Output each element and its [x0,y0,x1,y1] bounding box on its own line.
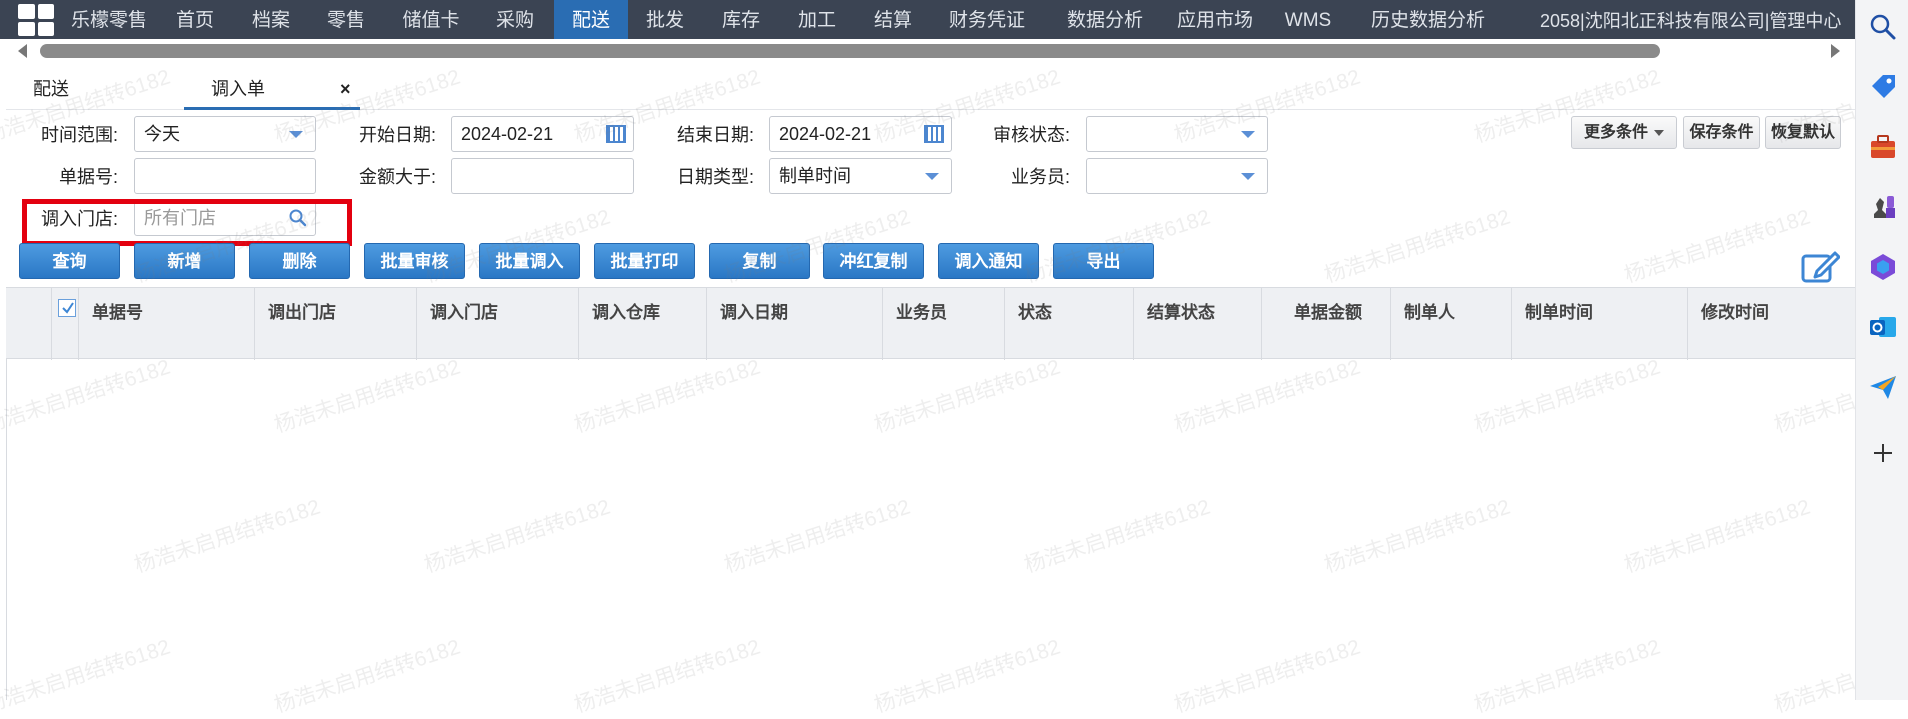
add-button[interactable]: 新增 [134,243,235,279]
chevron-down-icon [925,173,939,180]
search-icon[interactable] [1868,12,1898,42]
nav-item-processing[interactable]: 加工 [788,0,846,39]
nav-item-history-analysis[interactable]: 历史数据分析 [1362,0,1494,39]
chevron-down-icon [289,131,303,138]
nav-item-wholesale[interactable]: 批发 [636,0,694,39]
audit-status-select[interactable] [1086,116,1268,152]
briefcase-icon[interactable] [1868,132,1898,162]
chess-icon[interactable] [1868,192,1898,222]
nav-item-archive[interactable]: 档案 [242,0,300,39]
company-info[interactable]: 2058|沈阳北正科技有限公司|管理中心 [1540,0,1841,39]
nav-item-brand[interactable]: 乐檬零售 [62,0,156,39]
outlook-icon[interactable] [1868,312,1898,342]
amount-gt-input[interactable] [451,158,634,194]
watermark-text: 杨浩未启用结转6182 [1621,205,1813,288]
chevron-down-icon [1241,173,1255,180]
export-button[interactable]: 导出 [1053,243,1154,279]
tab-transfer-in-order[interactable]: 调入单 [184,68,360,110]
app-grid-icon[interactable] [18,4,54,36]
nav-item-home[interactable]: 首页 [166,0,224,39]
nav-item-settlement[interactable]: 结算 [864,0,922,39]
reset-default-button[interactable]: 恢复默认 [1765,116,1841,149]
time-range-label: 时间范围: [40,125,118,145]
doc-no-input[interactable] [134,158,316,194]
more-conditions-label: 更多条件 [1583,124,1648,141]
tag-icon[interactable] [1868,72,1898,102]
nav-item-retail[interactable]: 零售 [317,0,375,39]
time-range-value: 今天 [144,124,180,144]
start-date-label: 开始日期: [358,125,436,145]
tab-distribution[interactable]: 配送 [33,68,69,110]
scroll-right-icon[interactable] [1831,44,1840,58]
date-type-label: 日期类型: [676,167,754,187]
doc-no-label: 单据号: [58,167,118,187]
edit-icon[interactable] [1800,248,1840,284]
col-in-store[interactable]: 调入门店 [417,288,579,360]
time-range-select[interactable]: 今天 [134,116,316,152]
nav-item-distribution[interactable]: 配送 [554,0,628,39]
highlight-box [22,199,352,246]
check-icon [62,302,74,314]
end-date-label: 结束日期: [676,125,754,145]
page-tabs: 配送 调入单 × [6,68,1855,110]
start-date-value: 2024-02-21 [461,124,554,144]
audit-status-label: 审核状态: [992,125,1070,145]
row-number-column [6,288,52,360]
start-date-field[interactable]: 2024-02-21 [451,116,634,152]
right-sidebar [1855,0,1908,700]
reverse-copy-button[interactable]: 冲红复制 [823,243,924,279]
copilot-icon[interactable] [1868,252,1898,282]
col-out-store[interactable]: 调出门店 [255,288,417,360]
table-body [6,359,1855,700]
col-doc-amount[interactable]: 单据金额 [1262,288,1391,360]
watermark-text: 杨浩未启用结转6182 [1321,205,1513,288]
add-icon[interactable] [1868,438,1898,468]
save-conditions-button[interactable]: 保存条件 [1683,116,1760,149]
send-icon[interactable] [1868,372,1898,402]
copy-button[interactable]: 复制 [709,243,810,279]
nav-item-inventory[interactable]: 库存 [712,0,770,39]
col-creator[interactable]: 制单人 [1391,288,1512,360]
salesperson-label: 业务员: [1010,167,1070,187]
nav-item-finance-voucher[interactable]: 财务凭证 [940,0,1034,39]
calendar-icon[interactable] [924,125,944,143]
delete-button[interactable]: 删除 [249,243,350,279]
select-all-checkbox[interactable] [58,299,76,317]
end-date-field[interactable]: 2024-02-21 [769,116,952,152]
close-icon[interactable]: × [340,68,351,110]
tab-label: 调入单 [211,79,265,99]
horizontal-scrollbar[interactable] [14,41,1844,61]
table-header: 单据号 调出门店 调入门店 调入仓库 调入日期 业务员 状态 结算状态 单据金额… [6,287,1855,360]
date-type-value: 制单时间 [779,166,851,186]
top-nav-bar: 乐檬零售 首页 档案 零售 储值卡 采购 配送 批发 库存 加工 结算 财务凭证… [0,0,1855,39]
scroll-left-icon[interactable] [18,44,27,58]
col-modify-time[interactable]: 修改时间 [1688,288,1855,360]
end-date-value: 2024-02-21 [779,124,872,144]
scrollbar-thumb[interactable] [40,44,1660,58]
col-settlement-status[interactable]: 结算状态 [1134,288,1262,360]
chevron-down-icon [1241,131,1255,138]
salesperson-select[interactable] [1086,158,1268,194]
nav-item-wms[interactable]: WMS [1278,0,1338,39]
nav-item-data-analysis[interactable]: 数据分析 [1058,0,1152,39]
col-status[interactable]: 状态 [1005,288,1134,360]
date-type-select[interactable]: 制单时间 [769,158,952,194]
col-salesperson[interactable]: 业务员 [883,288,1005,360]
batch-audit-button[interactable]: 批量审核 [364,243,465,279]
nav-item-app-market[interactable]: 应用市场 [1168,0,1262,39]
calendar-icon[interactable] [606,125,626,143]
col-in-date[interactable]: 调入日期 [707,288,883,360]
batch-print-button[interactable]: 批量打印 [594,243,695,279]
col-create-time[interactable]: 制单时间 [1512,288,1688,360]
query-button[interactable]: 查询 [19,243,120,279]
nav-item-stored-value-card[interactable]: 储值卡 [393,0,469,39]
col-in-warehouse[interactable]: 调入仓库 [579,288,707,360]
transfer-notice-button[interactable]: 调入通知 [938,243,1039,279]
caret-down-icon [1654,129,1664,136]
nav-item-purchase[interactable]: 采购 [486,0,544,39]
more-conditions-button[interactable]: 更多条件 [1571,116,1677,149]
col-doc-no[interactable]: 单据号 [79,288,255,360]
batch-transfer-in-button[interactable]: 批量调入 [479,243,580,279]
amount-gt-label: 金额大于: [358,167,436,187]
